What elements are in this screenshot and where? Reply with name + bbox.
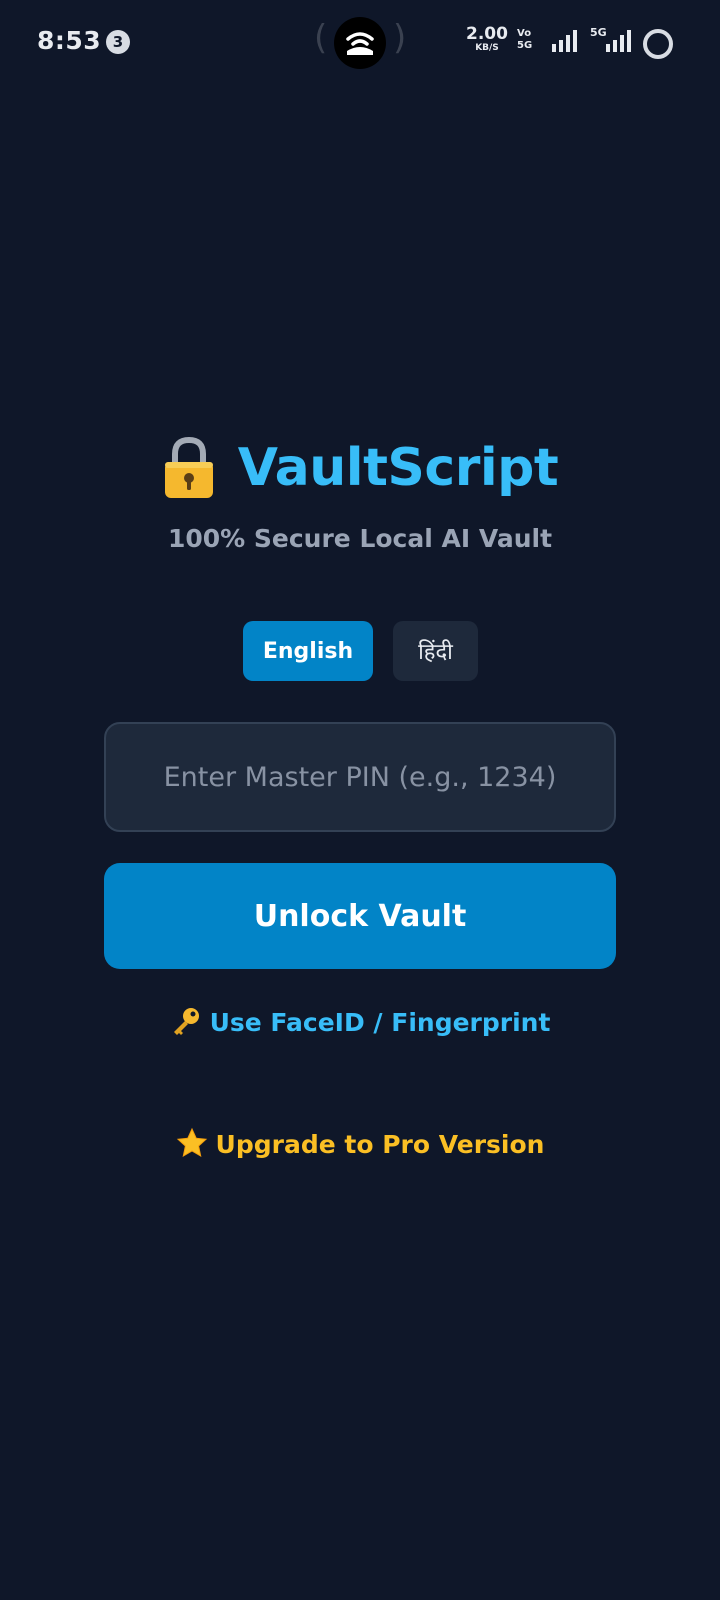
master-pin-input[interactable] [104,722,616,832]
app-subtitle: 100% Secure Local AI Vault [167,524,553,553]
notification-count-badge: 3 [106,30,130,54]
language-option-english[interactable]: English [243,621,373,681]
app-title: VaultScript [237,438,559,498]
signal-strength-5g-icon [606,30,631,52]
language-option-hindi[interactable]: हिंदी [393,621,478,681]
unlock-vault-button[interactable]: Unlock Vault [104,863,616,969]
key-icon [173,1008,199,1035]
biometric-unlock-link[interactable]: Use FaceID / Fingerprint [0,1008,720,1040]
status-bar: 8:53 3 ( ) 2.00 KB/S Vo 5G 5G [0,0,720,88]
battery-ring-icon [643,29,673,59]
signal-strength-icon [552,30,577,52]
brand-header: VaultScript [0,436,720,508]
language-switcher: English हिंदी [243,621,478,681]
volte-indicator: Vo 5G [517,28,543,52]
status-time: 8:53 [37,26,102,55]
hotspot-icon [346,32,374,55]
network-speed-value: 2.00 [466,24,508,44]
star-icon [176,1127,207,1157]
volte-line-1: Vo [517,28,532,39]
upgrade-pro-link[interactable]: Upgrade to Pro Version [0,1127,720,1162]
lock-icon [164,436,213,498]
biometric-unlock-label: Use FaceID / Fingerprint [209,1008,551,1037]
network-type-label: 5G [590,26,607,39]
island-bracket-right: ) [393,18,407,58]
upgrade-pro-label: Upgrade to Pro Version [215,1130,545,1159]
island-bracket-left: ( [314,18,328,58]
hotspot-island[interactable] [334,17,386,69]
network-speed: 2.00 KB/S [466,26,508,53]
volte-line-2: 5G [517,40,533,51]
network-speed-unit: KB/S [475,43,499,53]
